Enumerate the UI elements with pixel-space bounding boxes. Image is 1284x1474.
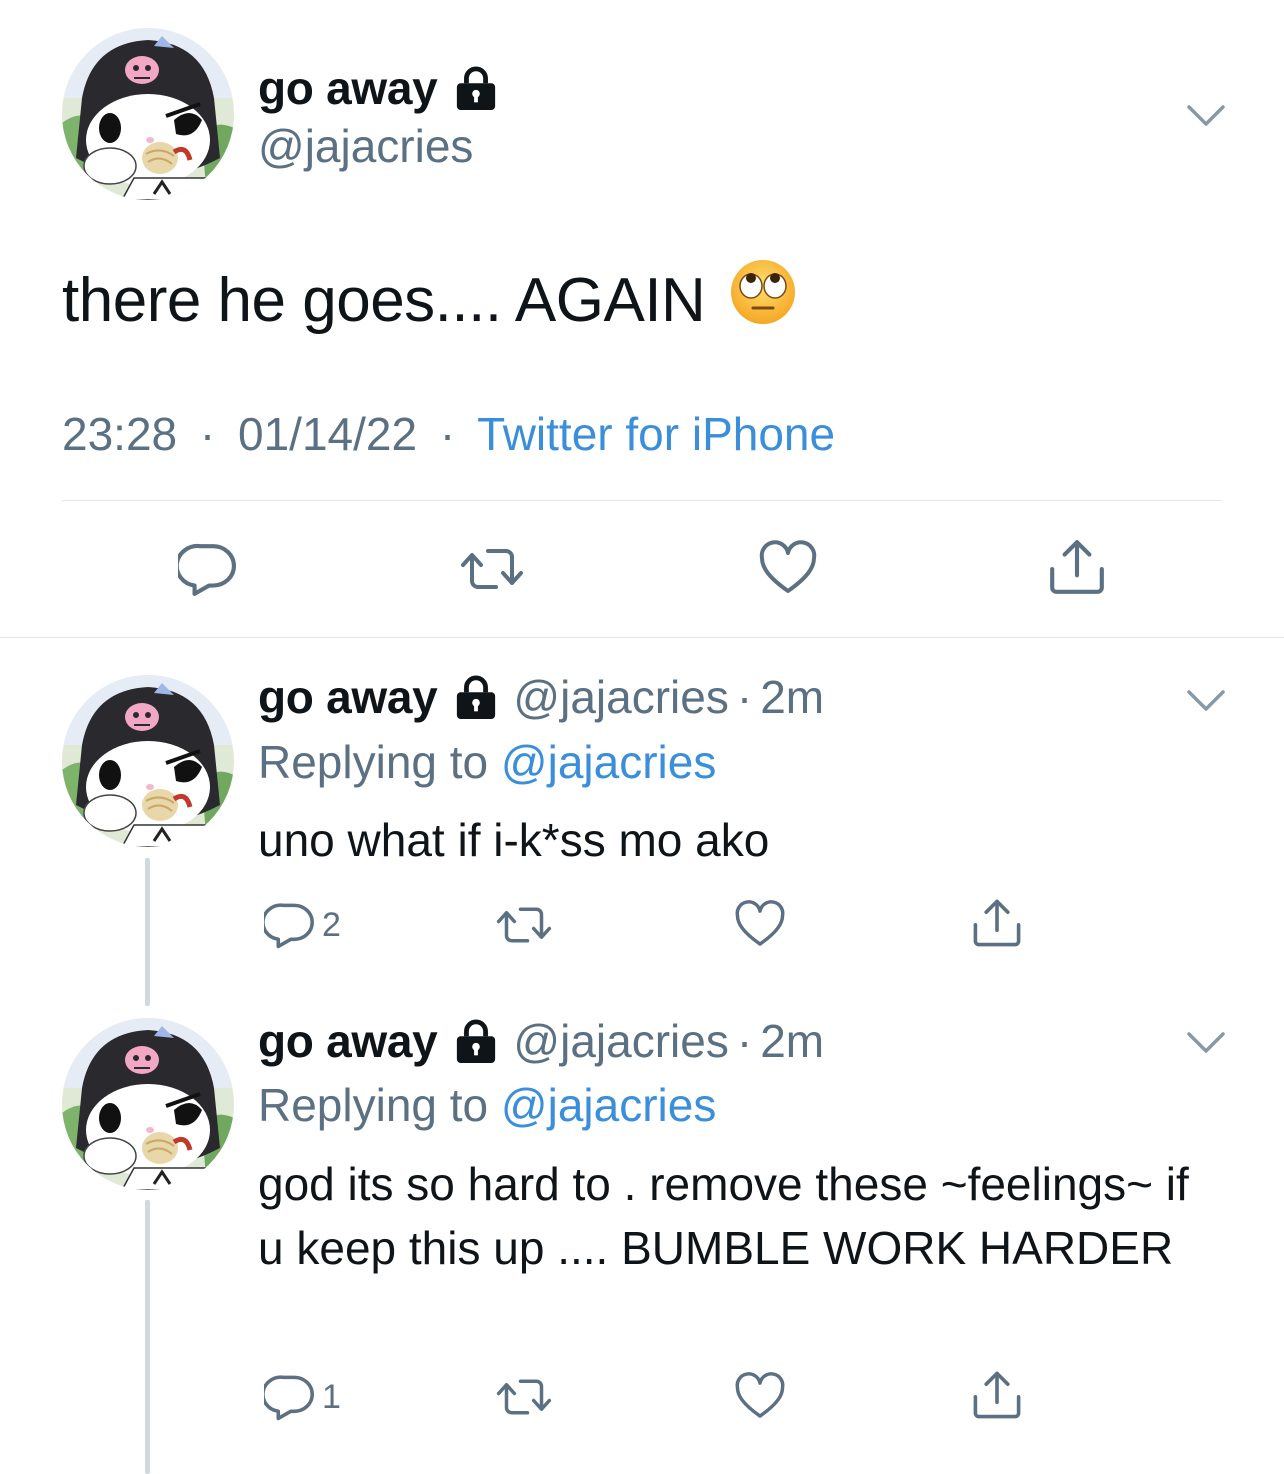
chevron-down-icon[interactable] (1186, 688, 1226, 714)
meta-separator: · (736, 671, 753, 723)
reply-count: 2 (322, 906, 341, 944)
meta-separator: · (199, 408, 216, 460)
avatar[interactable] (62, 1018, 234, 1190)
replying-to: Replying to @jajacries (258, 1076, 716, 1134)
display-name[interactable]: go away (258, 668, 438, 726)
retweet-icon (460, 540, 524, 598)
like-button[interactable] (734, 1372, 786, 1422)
avatar[interactable] (62, 28, 234, 200)
handle[interactable]: @jajacries (513, 668, 728, 726)
like-button[interactable] (758, 540, 818, 598)
display-name[interactable]: go away (258, 58, 499, 118)
share-icon (970, 1368, 1024, 1422)
reply-button[interactable]: 2 (264, 900, 341, 950)
replying-to: Replying to @jajacries (258, 733, 716, 791)
tweet-meta: 23:28 · 01/14/22 · Twitter for iPhone (62, 406, 835, 462)
lock-icon (453, 66, 499, 110)
share-icon (1046, 536, 1108, 598)
reply-button[interactable] (178, 540, 236, 598)
lock-icon (453, 675, 499, 719)
reply-icon (178, 540, 236, 598)
avatar[interactable] (62, 675, 234, 847)
replying-to-label: Replying to (258, 1079, 501, 1131)
display-name-text: go away (258, 62, 438, 114)
share-icon (970, 896, 1024, 950)
tweet-text-body: there he goes.... AGAIN (62, 266, 706, 335)
retweet-button[interactable] (496, 1372, 552, 1422)
share-button[interactable] (970, 896, 1024, 950)
divider (0, 637, 1284, 638)
reply-text: uno what if i-k*ss mo ako (258, 814, 770, 866)
tweet-time: 23:28 (62, 408, 178, 460)
share-button[interactable] (970, 1368, 1024, 1422)
thread-line (145, 858, 150, 1006)
reply-time[interactable]: 2m (760, 668, 824, 726)
reply-icon (264, 900, 314, 950)
like-icon (734, 1372, 786, 1422)
chevron-down-icon[interactable] (1186, 1030, 1226, 1056)
retweet-button[interactable] (496, 900, 552, 950)
handle[interactable]: @jajacries (513, 1012, 728, 1070)
chevron-down-icon[interactable] (1186, 103, 1226, 129)
meta-separator: · (439, 408, 456, 460)
face-with-rolling-eyes-icon (729, 258, 797, 344)
reply-text: god its so hard to . remove these ~feeli… (258, 1158, 1189, 1274)
mention-link[interactable]: @jajacries (501, 736, 716, 788)
replying-to-label: Replying to (258, 736, 501, 788)
retweet-icon (496, 900, 552, 950)
share-button[interactable] (1046, 536, 1108, 598)
mention-link[interactable]: @jajacries (501, 1079, 716, 1131)
like-icon (734, 900, 786, 950)
tweet-date: 01/14/22 (238, 408, 418, 460)
reply-time[interactable]: 2m (760, 1012, 824, 1070)
reply-header: go away @jajacries · 2m (258, 1012, 824, 1070)
thread-line (145, 1200, 150, 1474)
handle[interactable]: @jajacries (258, 118, 473, 174)
tweet-text: there he goes.... AGAIN (62, 258, 797, 344)
meta-separator: · (736, 1015, 753, 1067)
reply-button[interactable]: 1 (264, 1372, 341, 1422)
reply-icon (264, 1372, 314, 1422)
lock-icon (453, 1019, 499, 1063)
like-button[interactable] (734, 900, 786, 950)
reply-count: 1 (322, 1378, 341, 1416)
reply-header: go away @jajacries · 2m (258, 668, 824, 726)
tweet-source-link[interactable]: Twitter for iPhone (477, 408, 835, 460)
display-name[interactable]: go away (258, 1012, 438, 1070)
retweet-button[interactable] (460, 540, 524, 598)
retweet-icon (496, 1372, 552, 1422)
like-icon (758, 540, 818, 598)
divider (62, 500, 1222, 501)
